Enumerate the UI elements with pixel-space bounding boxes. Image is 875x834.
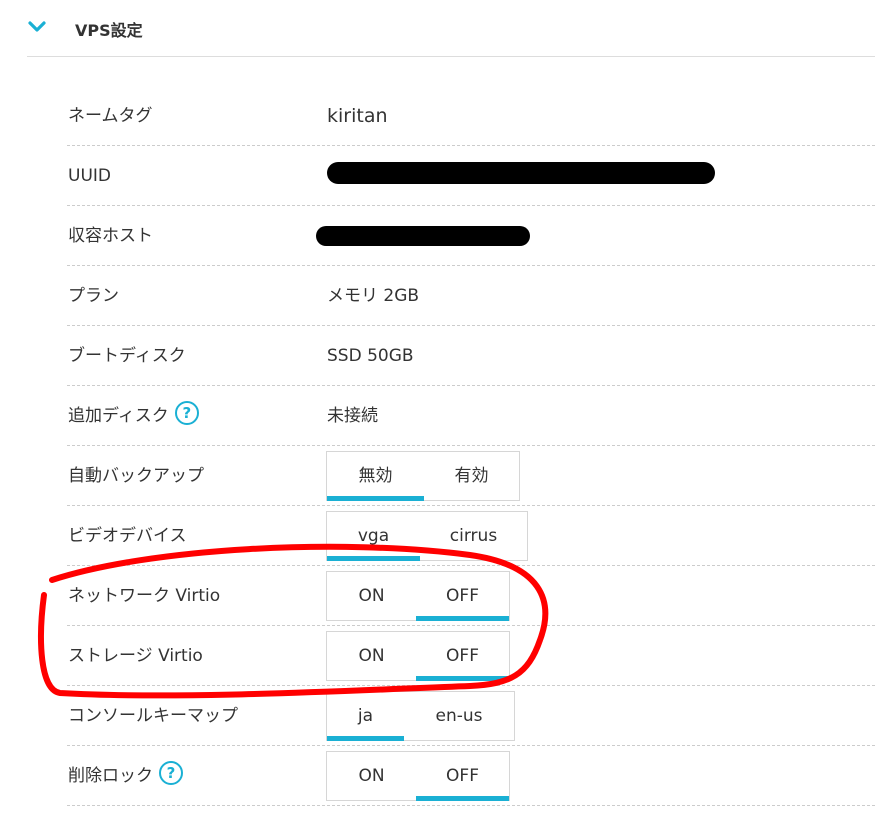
delete-lock-label: 削除ロック [68,766,153,786]
row-auto-backup: 自動バックアップ 無効 有効 [0,446,875,506]
console-keymap-option-ja[interactable]: ja [327,692,404,741]
help-icon[interactable]: ? [159,761,183,785]
row-uuid: UUID [0,146,875,206]
auto-backup-toggle: 無効 有効 [326,451,520,501]
row-plan: プラン メモリ 2GB [0,266,875,326]
uuid-redaction [327,162,715,184]
auto-backup-option-enabled[interactable]: 有効 [424,452,519,500]
help-icon[interactable]: ? [174,401,199,425]
storage-virtio-option-off[interactable]: OFF [416,632,509,681]
row-host: 収容ホスト [0,206,875,266]
network-virtio-label: ネットワーク Virtio [68,586,221,606]
row-delete-lock: 削除ロック? ON OFF [0,746,875,806]
row-network-virtio: ネットワーク Virtio ON OFF [0,566,875,626]
chevron-down-icon[interactable] [26,16,48,38]
auto-backup-option-disabled[interactable]: 無効 [327,452,424,501]
row-nametag: ネームタグ kiritan [0,86,875,146]
nametag-label: ネームタグ [68,106,153,126]
video-device-label: ビデオデバイス [68,526,187,546]
delete-lock-label-wrap: 削除ロック? [68,746,183,806]
host-redaction [316,226,530,246]
extra-disk-label: 追加ディスク [68,406,169,426]
delete-lock-option-off[interactable]: OFF [416,752,509,801]
auto-backup-label: 自動バックアップ [68,466,204,486]
storage-virtio-option-on[interactable]: ON [327,632,416,680]
console-keymap-toggle: ja en-us [326,691,515,741]
row-console-keymap: コンソールキーマップ ja en-us [0,686,875,746]
extra-disk-value: 未接続 [327,406,378,426]
section-header[interactable]: VPS設定 [0,0,875,56]
row-boot-disk: ブートディスク SSD 50GB [0,326,875,386]
console-keymap-option-en-us[interactable]: en-us [404,692,514,740]
plan-label: プラン [68,286,119,306]
row-video-device: ビデオデバイス vga cirrus [0,506,875,566]
boot-disk-label: ブートディスク [68,346,186,366]
header-divider [27,56,875,57]
row-divider [67,805,875,806]
delete-lock-toggle: ON OFF [326,751,510,801]
storage-virtio-toggle: ON OFF [326,631,510,681]
video-device-option-vga[interactable]: vga [327,512,420,561]
storage-virtio-label: ストレージ Virtio [68,646,203,666]
row-storage-virtio: ストレージ Virtio ON OFF [0,626,875,686]
boot-disk-value: SSD 50GB [327,346,414,366]
plan-value: メモリ 2GB [327,286,420,306]
console-keymap-label: コンソールキーマップ [68,706,238,726]
video-device-option-cirrus[interactable]: cirrus [420,512,527,560]
nametag-value: kiritan [327,105,388,127]
video-device-toggle: vga cirrus [326,511,528,561]
network-virtio-toggle: ON OFF [326,571,510,621]
extra-disk-label-wrap: 追加ディスク? [68,386,199,446]
network-virtio-option-off[interactable]: OFF [416,572,509,621]
section-title: VPS設定 [75,21,143,40]
delete-lock-option-on[interactable]: ON [327,752,416,800]
uuid-label: UUID [68,166,111,186]
host-label: 収容ホスト [68,226,153,246]
row-extra-disk: 追加ディスク? 未接続 [0,386,875,446]
network-virtio-option-on[interactable]: ON [327,572,416,620]
